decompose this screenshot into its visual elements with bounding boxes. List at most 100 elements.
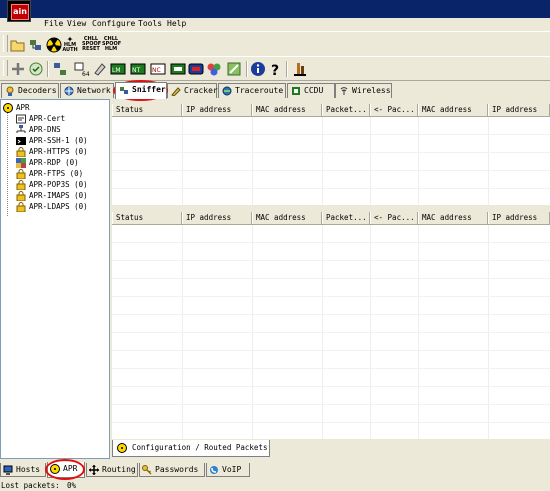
tab-traceroute[interactable]: Traceroute: [218, 83, 286, 98]
calc-icon[interactable]: LM: [110, 61, 126, 77]
grid-line: [182, 117, 183, 205]
svg-text:64: 64: [82, 71, 90, 77]
column-packets-reverse[interactable]: <- Pac...: [370, 104, 418, 116]
column-ip-address-2[interactable]: IP address: [488, 104, 550, 116]
cain-icon[interactable]: [292, 61, 308, 77]
lock-icon: [16, 147, 26, 157]
status-bar: Lost packets: 0%: [0, 480, 550, 491]
terminal-icon[interactable]: [170, 61, 186, 77]
grid-line: [112, 170, 550, 171]
column-mac-address-2[interactable]: MAC address: [418, 212, 488, 224]
rdp-icon: [16, 158, 26, 168]
chll-spoof-reset-button[interactable]: CHLL SPOOF RESET: [82, 37, 101, 52]
tab-decoders[interactable]: Decoders: [1, 83, 59, 98]
radiation-icon: [3, 103, 13, 113]
info-icon[interactable]: [250, 61, 266, 77]
toolbar-separator: [246, 61, 248, 77]
column-status[interactable]: Status: [112, 104, 182, 116]
lock-icon: [16, 202, 26, 212]
rsa-icon[interactable]: NT: [130, 61, 146, 77]
plus-icon[interactable]: [10, 61, 26, 77]
radiation-icon[interactable]: [46, 37, 62, 53]
grid-line: [112, 386, 550, 387]
network-icon: [64, 86, 74, 95]
menu-bar: File View Configure Tools Help: [0, 18, 550, 31]
tab-network[interactable]: Network: [60, 83, 114, 98]
menu-help[interactable]: Help: [167, 19, 186, 28]
menu-tools[interactable]: Tools: [138, 19, 162, 28]
toolbar-main: ✦ HLM AUTH CHLL SPOOF RESET CHLL SPOOF HLM: [0, 31, 550, 57]
grid-line: [112, 422, 550, 423]
column-ip-address[interactable]: IP address: [182, 104, 252, 116]
id-card-icon[interactable]: [188, 61, 204, 77]
apr-hosts-table[interactable]: Status IP address MAC address Packet... …: [112, 104, 550, 205]
dns-icon: [16, 125, 26, 133]
routing-icon: [89, 464, 99, 475]
password-icon[interactable]: [226, 61, 242, 77]
grid-line: [252, 117, 253, 205]
title-bar: [0, 0, 550, 18]
tab-passwords[interactable]: Passwords: [139, 463, 205, 477]
apr-connections-table[interactable]: Status IP address MAC address Packet... …: [112, 212, 550, 439]
grid-line: [112, 152, 550, 153]
help-icon[interactable]: ?: [268, 61, 284, 77]
menu-file[interactable]: File: [44, 19, 63, 28]
column-mac-address-2[interactable]: MAC address: [418, 104, 488, 116]
toolbar-grip[interactable]: [3, 35, 8, 52]
grid-line: [112, 278, 550, 279]
open-folder-icon[interactable]: [10, 37, 26, 53]
main-tab-strip: Decoders Network Sniffer Cracker Tracero…: [0, 82, 550, 99]
grid-line: [112, 296, 550, 297]
grid-line: [488, 117, 489, 205]
wireless-icon: [340, 86, 348, 95]
base64-icon[interactable]: 64: [74, 61, 90, 77]
cracker-icon: [171, 86, 181, 96]
filter-icon[interactable]: [28, 61, 44, 77]
grid-line: [112, 404, 550, 405]
lost-packets-value: 0%: [67, 481, 77, 490]
tab-voip[interactable]: VoIP: [206, 463, 250, 477]
hlm-auth-button[interactable]: ✦ HLM AUTH: [62, 36, 78, 53]
svg-text:NT: NT: [132, 67, 140, 74]
network-sniffer-icon[interactable]: [28, 37, 44, 53]
column-mac-address[interactable]: MAC address: [252, 212, 322, 224]
tab-routing[interactable]: Routing: [86, 463, 138, 477]
column-ip-address[interactable]: IP address: [182, 212, 252, 224]
grid-line: [112, 134, 550, 135]
column-packets[interactable]: Packet...: [322, 104, 370, 116]
toolbar-separator: [47, 61, 49, 77]
tab-cracker[interactable]: Cracker: [167, 83, 218, 98]
apr-tree: APR APR-Cert APR-DNS APR-SSH-1 (0) APR-H…: [0, 99, 110, 459]
tab-hosts[interactable]: Hosts: [0, 463, 46, 477]
pane-splitter[interactable]: [112, 205, 550, 211]
wireless-icon[interactable]: NC: [150, 61, 166, 77]
tab-sniffer[interactable]: Sniffer: [115, 82, 167, 99]
grid-line: [112, 350, 550, 351]
network-tools-icon[interactable]: [52, 61, 68, 77]
tab-wireless[interactable]: Wireless: [335, 83, 392, 98]
certificate-icon[interactable]: [92, 61, 108, 77]
grid-line: [112, 368, 550, 369]
menu-view[interactable]: View: [67, 19, 86, 28]
tab-configuration-routed-packets[interactable]: Configuration / Routed Packets: [112, 440, 270, 457]
chll-spoof-hlm-button[interactable]: CHLL SPOOF HLM: [102, 37, 121, 52]
grid-line: [322, 117, 323, 205]
tab-ccdu[interactable]: CCDU: [287, 83, 335, 98]
toolbar-grip[interactable]: [3, 60, 8, 76]
grid-line: [112, 188, 550, 189]
table-header: Status IP address MAC address Packet... …: [112, 104, 550, 117]
column-packets[interactable]: Packet...: [322, 212, 370, 224]
ccdu-icon: [292, 86, 300, 95]
svg-text:?: ?: [271, 63, 279, 77]
svg-text:NC: NC: [152, 67, 161, 74]
column-ip-address-2[interactable]: IP address: [488, 212, 550, 224]
svg-text:LM: LM: [112, 67, 121, 74]
column-status[interactable]: Status: [112, 212, 182, 224]
lock-icon: [16, 180, 26, 190]
lost-packets-label: Lost packets:: [1, 481, 60, 490]
menu-configure[interactable]: Configure: [92, 19, 135, 28]
column-mac-address[interactable]: MAC address: [252, 104, 322, 116]
passwords-icon: [142, 464, 152, 474]
column-packets-reverse[interactable]: <- Pac...: [370, 212, 418, 224]
color-wheel-icon[interactable]: [206, 61, 222, 77]
